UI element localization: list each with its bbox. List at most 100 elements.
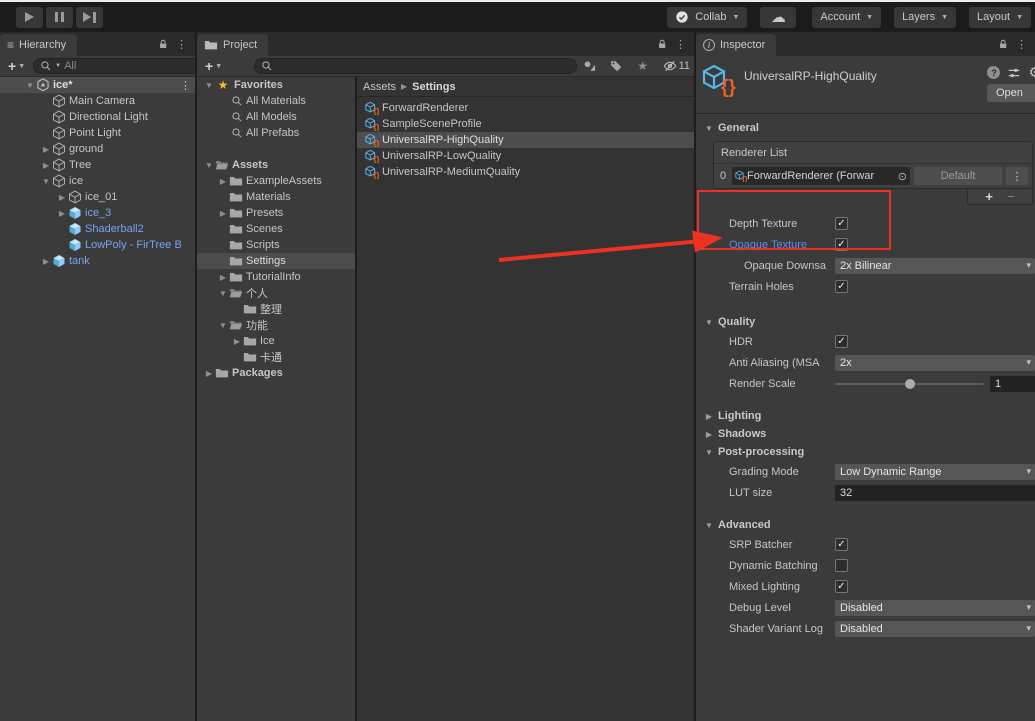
folder-row[interactable]: ▶Ice xyxy=(197,333,355,349)
asset-file-row[interactable]: SampleSceneProfile xyxy=(357,116,694,132)
hierarchy-item[interactable]: ▶tank xyxy=(0,253,195,269)
asset-file-row-selected[interactable]: UniversalRP-HighQuality xyxy=(357,132,694,148)
panel-menu-icon[interactable]: ⋮ xyxy=(1013,38,1030,51)
foldout-closed-icon[interactable]: ▶ xyxy=(203,369,215,378)
asset-file-row[interactable]: UniversalRP-MediumQuality xyxy=(357,164,694,180)
object-picker-icon[interactable]: ⊙ xyxy=(898,170,907,183)
add-renderer-button[interactable]: + xyxy=(985,189,993,204)
project-search-input[interactable] xyxy=(276,60,569,72)
search-by-type-icon[interactable] xyxy=(583,59,597,73)
scene-row[interactable]: ▼ ice* ⋮ xyxy=(0,77,195,93)
foldout-closed-icon[interactable]: ▶ xyxy=(217,273,229,282)
hierarchy-item[interactable]: ▼ice xyxy=(0,173,195,189)
folder-row[interactable]: ▶Presets xyxy=(197,205,355,221)
panel-menu-icon[interactable]: ⋮ xyxy=(173,38,190,51)
foldout-open-icon[interactable]: ▼ xyxy=(24,81,36,90)
foldout-open-icon[interactable]: ▼ xyxy=(203,161,215,170)
create-asset-button[interactable]: +▼ xyxy=(201,59,226,73)
folder-row[interactable]: Scripts xyxy=(197,237,355,253)
section-general[interactable]: ▼ General xyxy=(696,119,1035,137)
hierarchy-item[interactable]: Directional Light xyxy=(0,109,195,125)
hierarchy-item[interactable]: ▶ice_01 xyxy=(0,189,195,205)
favorite-item[interactable]: All Prefabs xyxy=(197,125,355,141)
renderer-object-field[interactable]: ForwardRenderer (Forwar ⊙ xyxy=(732,167,910,185)
tab-project[interactable]: Project xyxy=(197,34,268,56)
folder-row[interactable]: ▼个人 xyxy=(197,285,355,301)
search-by-label-icon[interactable] xyxy=(609,59,623,73)
foldout-open-icon[interactable]: ▼ xyxy=(203,81,215,90)
foldout-closed-icon[interactable]: ▶ xyxy=(40,257,52,266)
favorite-item[interactable]: All Materials xyxy=(197,93,355,109)
folder-row[interactable]: 卡通 xyxy=(197,349,355,365)
panel-divider[interactable] xyxy=(195,32,197,721)
hierarchy-search-input[interactable] xyxy=(64,60,195,72)
slider-thumb[interactable] xyxy=(905,379,915,389)
foldout-closed-icon[interactable]: ▶ xyxy=(40,161,52,170)
hierarchy-item[interactable]: ▶ground xyxy=(0,141,195,157)
folder-row[interactable]: Scenes xyxy=(197,221,355,237)
folder-row[interactable]: 整理 xyxy=(197,301,355,317)
hierarchy-item[interactable]: ▶Tree xyxy=(0,157,195,173)
foldout-closed-icon[interactable]: ▶ xyxy=(217,177,229,186)
terrain-holes-checkbox[interactable] xyxy=(835,280,848,293)
asset-file-row[interactable]: UniversalRP-LowQuality xyxy=(357,148,694,164)
section-shadows[interactable]: ▶ Shadows xyxy=(696,425,1035,443)
foldout-closed-icon[interactable]: ▶ xyxy=(40,145,52,154)
foldout-open-icon[interactable]: ▼ xyxy=(40,177,52,186)
favorite-item[interactable]: All Models xyxy=(197,109,355,125)
play-button[interactable] xyxy=(16,7,43,28)
renderer-item-menu-icon[interactable]: ⋮ xyxy=(1006,167,1028,185)
hidden-packages-toggle[interactable]: 11 xyxy=(663,59,690,73)
remove-renderer-button[interactable]: − xyxy=(1007,189,1015,204)
account-dropdown[interactable]: Account ▼ xyxy=(812,7,881,28)
anti-aliasing-dropdown[interactable]: 2x xyxy=(835,355,1035,371)
lock-icon[interactable] xyxy=(157,38,169,50)
section-lighting[interactable]: ▶ Lighting xyxy=(696,407,1035,425)
panel-menu-icon[interactable]: ⋮ xyxy=(672,38,689,51)
hierarchy-search-field[interactable]: ▼ xyxy=(33,58,195,74)
hierarchy-item[interactable]: Point Light xyxy=(0,125,195,141)
layers-dropdown[interactable]: Layers ▼ xyxy=(894,7,956,28)
hierarchy-item[interactable]: Main Camera xyxy=(0,93,195,109)
default-button[interactable]: Default xyxy=(914,167,1002,185)
hierarchy-item[interactable]: Shaderball2 xyxy=(0,221,195,237)
project-search-field[interactable] xyxy=(254,58,576,74)
breadcrumb-root[interactable]: Assets xyxy=(363,81,396,93)
create-object-button[interactable]: +▼ xyxy=(4,59,29,73)
assets-root[interactable]: ▼Assets xyxy=(197,157,355,173)
folder-row[interactable]: ▶ExampleAssets xyxy=(197,173,355,189)
opaque-downsampling-dropdown[interactable]: 2x Bilinear xyxy=(835,258,1035,274)
presets-icon[interactable] xyxy=(1007,66,1021,80)
foldout-closed-icon[interactable]: ▶ xyxy=(56,193,68,202)
tab-hierarchy[interactable]: ≡ Hierarchy xyxy=(0,34,77,56)
section-advanced[interactable]: ▼ Advanced xyxy=(696,516,1035,534)
foldout-closed-icon[interactable]: ▶ xyxy=(56,209,68,218)
foldout-open-icon[interactable]: ▼ xyxy=(217,289,229,298)
favorites-root[interactable]: ▼★Favorites xyxy=(197,77,355,93)
opaque-texture-checkbox[interactable] xyxy=(835,238,848,251)
panel-divider[interactable] xyxy=(694,32,696,721)
renderer-list-item[interactable]: 0 ForwardRenderer (Forwar ⊙ Default ⋮ xyxy=(714,164,1032,188)
section-post-processing[interactable]: ▼ Post-processing xyxy=(696,443,1035,461)
layout-dropdown[interactable]: Layout ▼ xyxy=(969,7,1031,28)
foldout-closed-icon[interactable]: ▶ xyxy=(231,337,243,346)
scene-menu-icon[interactable]: ⋮ xyxy=(180,79,191,92)
debug-level-dropdown[interactable]: Disabled xyxy=(835,600,1035,616)
folder-row[interactable]: ▼功能 xyxy=(197,317,355,333)
save-search-star-icon[interactable]: ★ xyxy=(635,59,651,73)
foldout-open-icon[interactable]: ▼ xyxy=(217,321,229,330)
folder-row[interactable]: Materials xyxy=(197,189,355,205)
depth-texture-checkbox[interactable] xyxy=(835,217,848,230)
foldout-closed-icon[interactable]: ▶ xyxy=(217,209,229,218)
packages-root[interactable]: ▶Packages xyxy=(197,365,355,381)
srp-batcher-checkbox[interactable] xyxy=(835,538,848,551)
render-scale-slider[interactable] xyxy=(835,376,984,392)
pause-button[interactable] xyxy=(46,7,73,28)
open-button[interactable]: Open xyxy=(987,84,1035,102)
shader-variant-log-dropdown[interactable]: Disabled xyxy=(835,621,1035,637)
gear-icon[interactable]: ⚙ xyxy=(1028,64,1035,81)
mixed-lighting-checkbox[interactable] xyxy=(835,580,848,593)
hdr-checkbox[interactable] xyxy=(835,335,848,348)
dynamic-batching-checkbox[interactable] xyxy=(835,559,848,572)
collab-button[interactable]: Collab ▼ xyxy=(667,7,747,28)
